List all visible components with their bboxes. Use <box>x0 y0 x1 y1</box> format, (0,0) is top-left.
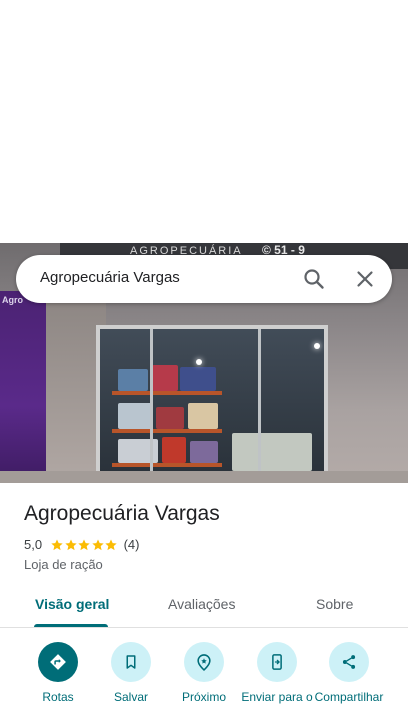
search-bar[interactable]: Agropecuária Vargas <box>16 255 392 303</box>
send-to-phone-button[interactable]: Enviar para o <box>239 642 315 704</box>
tab-bar: Visão geral Avaliações Sobre <box>0 584 408 628</box>
feed-bag <box>118 369 148 391</box>
close-icon[interactable] <box>353 267 377 291</box>
nearby-button[interactable]: Próximo <box>166 642 242 704</box>
save-button[interactable]: Salvar <box>93 642 169 704</box>
directions-button-circle[interactable] <box>38 642 78 682</box>
shelf <box>112 391 222 395</box>
door-mullion <box>150 329 153 483</box>
nearby-icon <box>197 654 211 671</box>
directions-button[interactable]: Rotas <box>20 642 96 704</box>
search-input[interactable]: Agropecuária Vargas <box>40 269 180 286</box>
search-icon[interactable] <box>302 267 326 291</box>
place-title: Agropecuária Vargas <box>24 502 220 525</box>
shelf <box>112 429 222 433</box>
directions-label: Rotas <box>42 690 74 704</box>
nearby-label: Próximo <box>181 690 226 704</box>
ceiling-light <box>314 343 320 349</box>
share-icon <box>342 655 356 669</box>
tab-overview[interactable]: Visão geral <box>35 596 109 612</box>
star-icon <box>51 538 63 550</box>
send-to-phone-button-circle[interactable] <box>257 642 297 682</box>
star-icon <box>78 538 90 550</box>
door-mullion <box>258 329 261 483</box>
save-button-circle[interactable] <box>111 642 151 682</box>
share-button-circle[interactable] <box>329 642 369 682</box>
feed-bag <box>152 365 178 391</box>
review-count: (4) <box>123 537 140 552</box>
star-icon <box>64 538 77 550</box>
feed-bag <box>190 441 218 463</box>
purple-banner <box>0 291 46 483</box>
save-label: Salvar <box>113 690 148 704</box>
feed-bag <box>118 403 152 429</box>
feed-bag <box>156 407 184 429</box>
feed-bag <box>162 437 186 463</box>
share-button[interactable]: Compartilhar <box>311 642 387 704</box>
ceiling-light <box>196 359 202 365</box>
feed-bag <box>188 403 218 429</box>
directions-icon <box>50 654 66 670</box>
active-tab-indicator <box>34 624 108 627</box>
rating-row[interactable]: 5,0 (4) <box>24 537 139 552</box>
place-category: Loja de ração <box>24 557 103 572</box>
shelf <box>112 463 222 467</box>
tab-about[interactable]: Sobre <box>316 596 353 612</box>
purple-banner-text: Agro <box>2 295 23 305</box>
blank-area <box>0 0 408 243</box>
send-to-phone-icon <box>272 654 282 670</box>
rating-value: 5,0 <box>24 537 43 552</box>
star-rating <box>50 538 118 552</box>
feed-bag <box>180 367 216 391</box>
bookmark-icon <box>126 655 136 669</box>
send-to-phone-label: Enviar para o <box>241 690 313 704</box>
counter <box>232 433 312 471</box>
star-icon <box>91 538 104 550</box>
action-bar: Rotas Salvar Próximo Enviar para o Compa… <box>0 636 408 726</box>
star-icon <box>105 538 117 550</box>
share-label: Compartilhar <box>314 690 384 704</box>
nearby-button-circle[interactable] <box>184 642 224 682</box>
sidewalk <box>0 471 408 483</box>
tab-reviews[interactable]: Avaliações <box>168 596 235 612</box>
